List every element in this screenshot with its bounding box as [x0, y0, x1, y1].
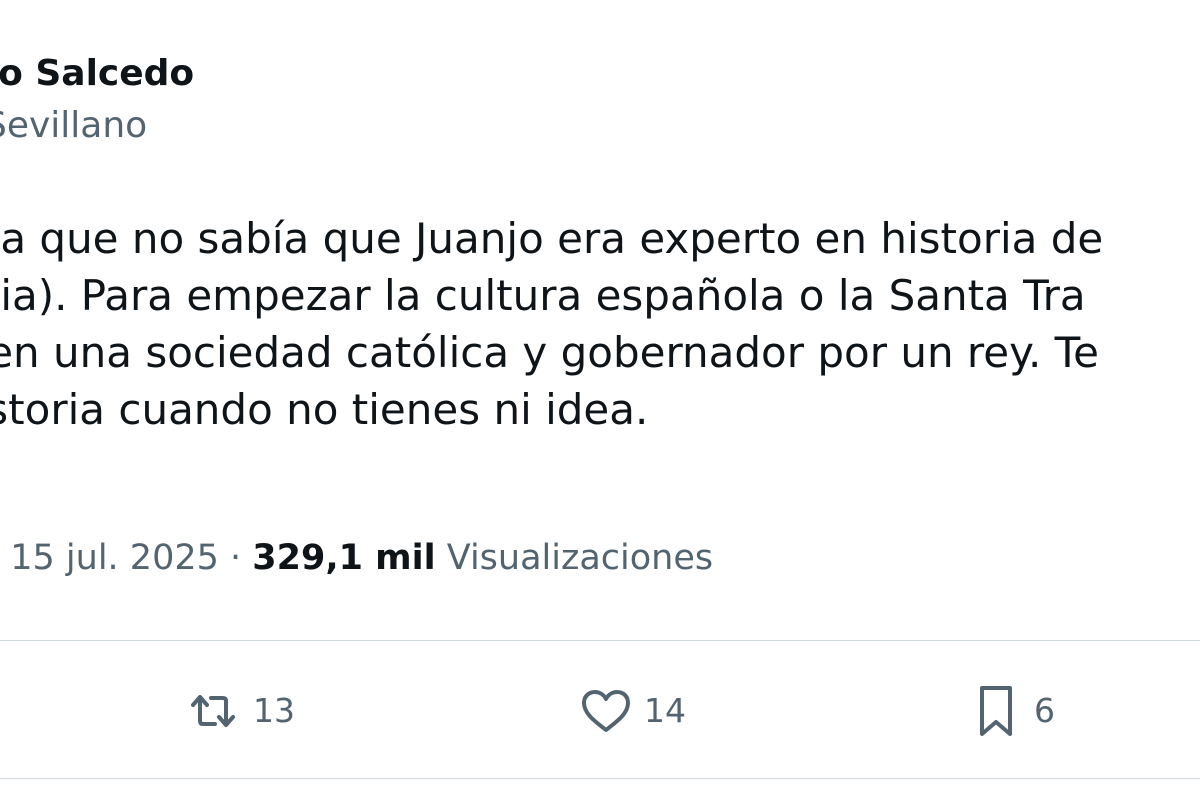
tweet-text-line: e en una sociedad católica y gobernador … [0, 328, 1100, 377]
tweet-text-line: onia). Para empezar la cultura española … [0, 271, 1086, 320]
bookmark-count: 6 [1034, 691, 1055, 730]
like-button[interactable]: 14 [578, 676, 686, 746]
divider [0, 640, 1200, 641]
divider [0, 778, 1200, 779]
bookmark-button[interactable]: 6 [968, 676, 1055, 746]
tweet-date[interactable]: · 15 jul. 2025 · [0, 538, 241, 578]
retweet-icon [185, 683, 241, 739]
author-block[interactable]: ncisco Salcedo ercioSevillano [0, 50, 194, 150]
views-label: Visualizaciones [446, 538, 714, 578]
retweet-button[interactable]: 13 [185, 676, 295, 746]
author-name[interactable]: ncisco Salcedo [0, 50, 194, 98]
tweet-card: ncisco Salcedo ercioSevillano ona que no… [0, 0, 1200, 800]
tweet-text-line: historia cuando no tienes ni idea. [0, 385, 649, 434]
like-count: 14 [644, 691, 686, 730]
tweet-text-line: ona que no sabía que Juanjo era experto … [0, 214, 1104, 263]
author-handle[interactable]: ercioSevillano [0, 102, 194, 150]
tweet-text: ona que no sabía que Juanjo era experto … [0, 210, 1200, 438]
bookmark-icon [968, 683, 1024, 739]
retweet-count: 13 [253, 691, 295, 730]
views-count: 329,1 mil [252, 538, 436, 578]
heart-icon [578, 683, 634, 739]
action-bar: 13 14 6 [0, 676, 1200, 746]
tweet-meta: · 15 jul. 2025 · 329,1 mil Visualizacion… [0, 534, 713, 582]
